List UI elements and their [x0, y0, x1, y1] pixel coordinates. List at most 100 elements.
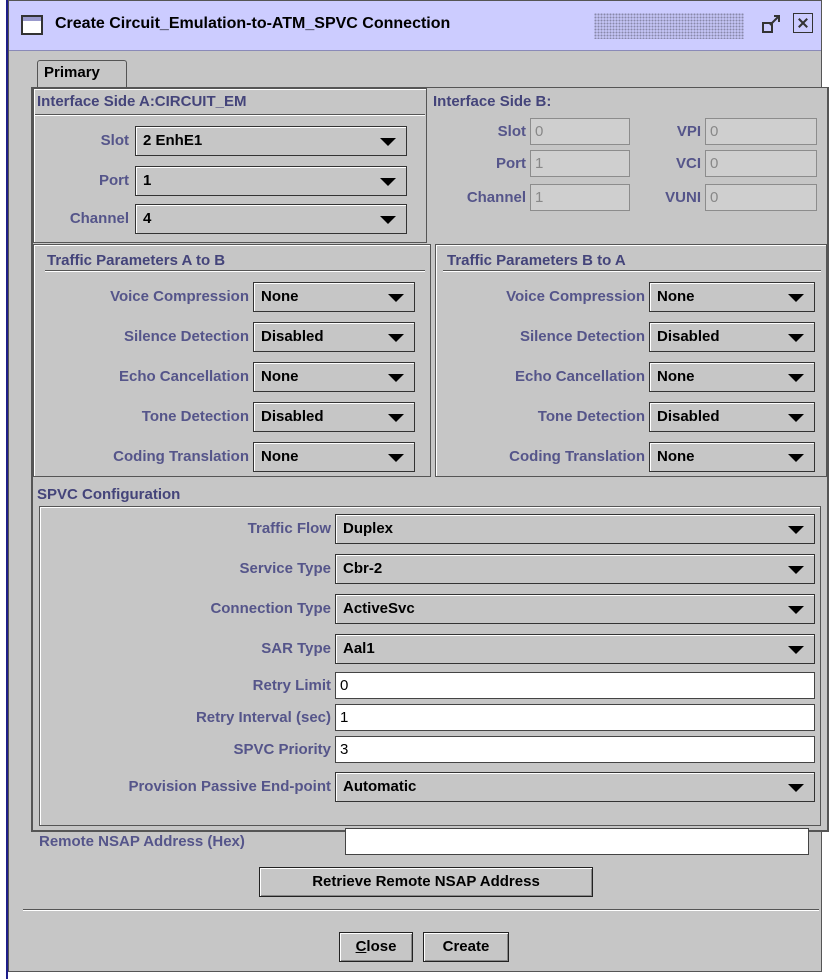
create-button[interactable]: Create [423, 932, 509, 962]
ab-coding-translation-label: Coding Translation [113, 448, 249, 465]
side-b-vci-field: 0 [705, 150, 817, 177]
side-b-title: Interface Side B: [433, 93, 552, 110]
connection-type-select[interactable]: ActiveSvc [335, 594, 815, 624]
chevron-down-icon [380, 178, 396, 186]
chevron-down-icon [788, 784, 804, 792]
side-b-vpi-label: VPI [676, 123, 701, 140]
ab-coding-translation-value: None [261, 448, 299, 465]
spvc-priority-field[interactable]: 3 [335, 736, 815, 763]
chevron-down-icon [788, 414, 804, 422]
ab-coding-translation-select[interactable]: None [253, 442, 415, 472]
side-b-channel-field: 1 [530, 184, 630, 211]
chevron-down-icon [388, 454, 404, 462]
ab-tone-detection-select[interactable]: Disabled [253, 402, 415, 432]
title-bar[interactable]: Create Circuit_Emulation-to-ATM_SPVC Con… [9, 1, 821, 51]
ab-voice-compression-value: None [261, 288, 299, 305]
connection-type-label: Connection Type [210, 600, 331, 617]
traffic-flow-value: Duplex [343, 520, 394, 537]
sar-type-value: Aal1 [343, 640, 375, 657]
chevron-down-icon [788, 526, 804, 534]
remote-nsap-field[interactable] [345, 828, 809, 855]
service-type-select[interactable]: Cbr-2 [335, 554, 815, 584]
remote-nsap-label: Remote NSAP Address (Hex) [39, 833, 245, 850]
retry-interval-field[interactable]: 1 [335, 704, 815, 731]
retrieve-nsap-button[interactable]: Retrieve Remote NSAP Address [259, 867, 593, 897]
ab-tone-detection-label: Tone Detection [141, 408, 249, 425]
side-b-slot-field: 0 [530, 118, 630, 145]
side-a-port-label: Port [99, 172, 129, 189]
ba-coding-translation-label: Coding Translation [509, 448, 645, 465]
side-a-title: Interface Side A:CIRCUIT_EM [37, 93, 247, 110]
passive-endpoint-select[interactable]: Automatic [335, 772, 815, 802]
ba-echo-cancellation-label: Echo Cancellation [514, 368, 645, 385]
service-type-label: Service Type [239, 560, 331, 577]
minimize-icon[interactable] [761, 13, 783, 35]
ba-voice-compression-label: Voice Compression [506, 288, 645, 305]
ab-silence-detection-value: Disabled [261, 328, 324, 345]
ba-coding-translation-select[interactable]: None [649, 442, 815, 472]
ba-voice-compression-value: None [657, 288, 695, 305]
chevron-down-icon [388, 294, 404, 302]
tab-primary[interactable]: Primary [37, 60, 127, 88]
ba-tone-detection-select[interactable]: Disabled [649, 402, 815, 432]
chevron-down-icon [388, 334, 404, 342]
side-a-port-select[interactable]: 1 [135, 166, 407, 196]
chevron-down-icon [788, 334, 804, 342]
side-a-slot-value: 2 EnhE1 [143, 132, 203, 149]
chevron-down-icon [380, 216, 396, 224]
spvc-priority-label: SPVC Priority [233, 741, 331, 758]
close-window-icon[interactable] [793, 13, 813, 33]
ab-silence-detection-label: Silence Detection [123, 328, 249, 345]
ba-silence-detection-label: Silence Detection [519, 328, 645, 345]
ba-tone-detection-value: Disabled [657, 408, 720, 425]
retry-limit-field[interactable]: 0 [335, 672, 815, 699]
ab-voice-compression-select[interactable]: None [253, 282, 415, 312]
traffic-flow-select[interactable]: Duplex [335, 514, 815, 544]
side-a-separator [35, 114, 425, 116]
sar-type-select[interactable]: Aal1 [335, 634, 815, 664]
ba-silence-detection-value: Disabled [657, 328, 720, 345]
ab-echo-cancellation-label: Echo Cancellation [118, 368, 249, 385]
side-a-channel-label: Channel [69, 210, 129, 227]
ab-voice-compression-label: Voice Compression [110, 288, 249, 305]
ab-silence-detection-select[interactable]: Disabled [253, 322, 415, 352]
side-b-slot-label: Slot [497, 123, 526, 140]
chevron-down-icon [788, 646, 804, 654]
connection-type-value: ActiveSvc [343, 600, 415, 617]
primary-panel: Interface Side A:CIRCUIT_EM Slot 2 EnhE1… [31, 87, 829, 832]
ba-coding-translation-value: None [657, 448, 695, 465]
side-a-slot-select[interactable]: 2 EnhE1 [135, 126, 407, 156]
side-b-port-label: Port [496, 155, 526, 172]
passive-endpoint-value: Automatic [343, 778, 417, 795]
side-b-vpi-field: 0 [705, 118, 817, 145]
chevron-down-icon [788, 294, 804, 302]
ba-voice-compression-select[interactable]: None [649, 282, 815, 312]
close-button-mnemonic: C [355, 938, 367, 955]
close-button[interactable]: Close [339, 932, 413, 962]
traffic-a-to-b-title: Traffic Parameters A to B [47, 252, 226, 269]
side-b-vci-label: VCI [675, 155, 701, 172]
retry-limit-label: Retry Limit [252, 677, 331, 694]
footer-separator [23, 909, 819, 911]
ba-silence-detection-select[interactable]: Disabled [649, 322, 815, 352]
chevron-down-icon [388, 374, 404, 382]
window-menu-icon[interactable] [21, 15, 43, 35]
chevron-down-icon [788, 566, 804, 574]
chevron-down-icon [380, 138, 396, 146]
side-a-channel-value: 4 [143, 210, 152, 227]
traffic-b-to-a-title: Traffic Parameters B to A [447, 252, 626, 269]
side-a-channel-select[interactable]: 4 [135, 204, 407, 234]
ab-echo-cancellation-value: None [261, 368, 299, 385]
dialog-window: Create Circuit_Emulation-to-ATM_SPVC Con… [8, 0, 829, 972]
ba-tone-detection-label: Tone Detection [537, 408, 645, 425]
ba-echo-cancellation-select[interactable]: None [649, 362, 815, 392]
window-title: Create Circuit_Emulation-to-ATM_SPVC Con… [55, 15, 451, 32]
spvc-title: SPVC Configuration [37, 486, 181, 503]
service-type-value: Cbr-2 [343, 560, 383, 577]
ab-echo-cancellation-select[interactable]: None [253, 362, 415, 392]
side-b-channel-label: Channel [466, 189, 526, 206]
chevron-down-icon [388, 414, 404, 422]
tab-primary-label: Primary [44, 64, 100, 81]
chevron-down-icon [788, 374, 804, 382]
side-b-port-field: 1 [530, 150, 630, 177]
